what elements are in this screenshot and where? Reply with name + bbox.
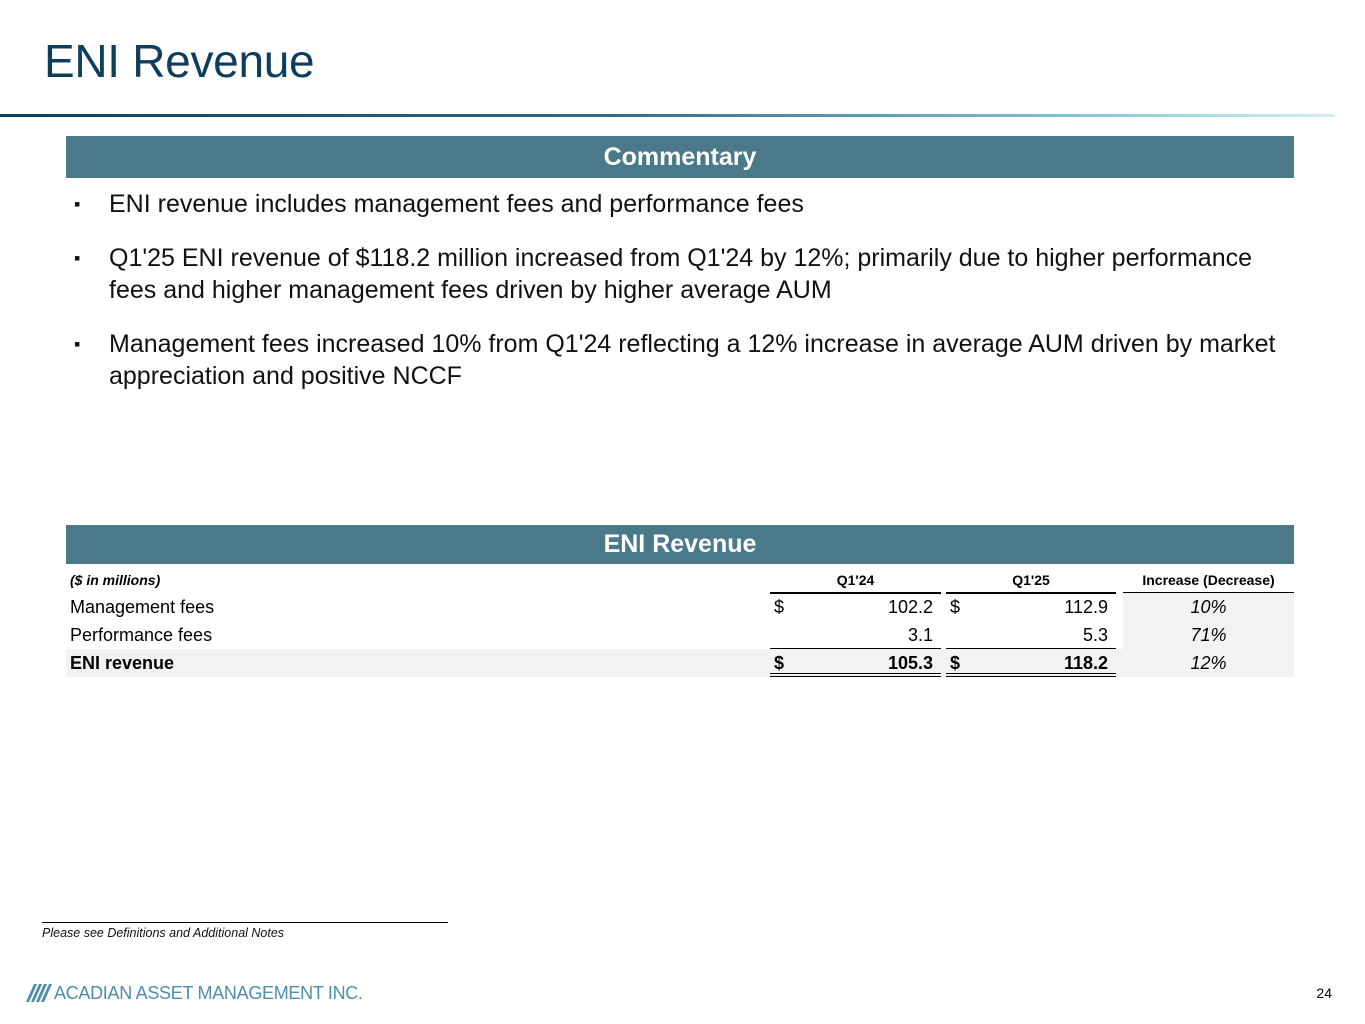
q125-value: 118.2 <box>1063 653 1108 673</box>
q124-value: 102.2 <box>887 597 933 617</box>
logo-text: ACADIAN ASSET MANAGEMENT INC. <box>54 982 363 1003</box>
change-value: 71% <box>1123 621 1294 649</box>
currency-symbol: $ <box>774 653 785 673</box>
row-label: Management fees <box>70 597 215 617</box>
column-header-q124: Q1'24 <box>770 566 941 594</box>
commentary-bullet-text: Management fees increased 10% from Q1'24… <box>109 330 1276 390</box>
q125-value: 5.3 <box>1082 625 1108 645</box>
q124-value: 3.1 <box>907 625 933 645</box>
q125-value-cell: 5.3 <box>946 621 1116 649</box>
page-title: ENI Revenue <box>44 35 315 87</box>
commentary-bullet: ▪ Management fees increased 10% from Q1'… <box>74 328 1284 392</box>
square-bullet-icon: ▪ <box>74 248 81 268</box>
title-divider <box>0 114 1335 117</box>
currency-symbol: $ <box>774 597 785 617</box>
eni-revenue-header: ENI Revenue <box>66 525 1294 564</box>
row-label: Performance fees <box>70 625 213 645</box>
commentary-bullet-text: ENI revenue includes management fees and… <box>109 190 804 218</box>
q124-value-cell: $ 102.2 <box>770 593 941 621</box>
currency-symbol: $ <box>950 597 961 617</box>
commentary-header: Commentary <box>66 136 1294 178</box>
commentary-bullet: ▪ Q1'25 ENI revenue of $118.2 million in… <box>74 242 1284 306</box>
units-label: ($ in millions) <box>70 572 161 588</box>
change-value: 12% <box>1123 649 1294 677</box>
commentary-bullet-text: Q1'25 ENI revenue of $118.2 million incr… <box>109 244 1253 304</box>
page-number: 24 <box>1316 985 1332 1001</box>
row-label: ENI revenue <box>70 653 175 673</box>
logo-stripes-icon <box>26 984 52 1002</box>
currency-symbol: $ <box>950 653 961 673</box>
table-header-row: ($ in millions) Q1'24 Q1'25 Increase (De… <box>66 566 1294 594</box>
q125-value-cell: $ 112.9 <box>946 593 1116 621</box>
company-logo: ACADIAN ASSET MANAGEMENT INC. <box>26 982 363 1004</box>
table-row: Performance fees 3.1 5.3 71% <box>66 621 1294 649</box>
square-bullet-icon: ▪ <box>74 334 81 354</box>
q125-value-cell: $ 118.2 <box>946 649 1116 677</box>
q124-value-cell: 3.1 <box>770 621 941 649</box>
q124-value-cell: $ 105.3 <box>770 649 941 677</box>
footnote: Please see Definitions and Additional No… <box>42 926 285 940</box>
column-header-q125: Q1'25 <box>946 566 1116 594</box>
change-value: 10% <box>1123 593 1294 621</box>
commentary-bullet: ▪ ENI revenue includes management fees a… <box>74 188 1284 220</box>
q125-value: 112.9 <box>1064 597 1108 617</box>
table-total-row: ENI revenue $ 105.3 $ 118.2 12% <box>66 649 1294 677</box>
column-header-change: Increase (Decrease) <box>1123 566 1294 594</box>
square-bullet-icon: ▪ <box>74 194 81 214</box>
commentary-bullet-list: ▪ ENI revenue includes management fees a… <box>74 188 1284 414</box>
footnote-divider <box>42 922 448 923</box>
q124-value: 105.3 <box>887 653 933 673</box>
table-row: Management fees $ 102.2 $ 112.9 10% <box>66 593 1294 621</box>
